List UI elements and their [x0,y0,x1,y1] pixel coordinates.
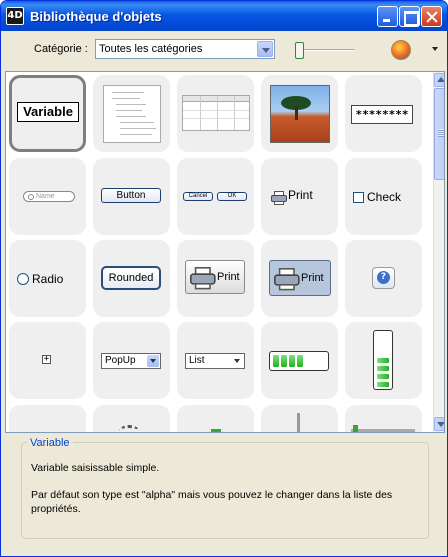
password-field-preview: ******** [351,105,413,124]
scroll-up-icon[interactable] [434,73,444,87]
check-label: Check [367,190,402,204]
print-button-preview: Print [185,260,245,294]
object-cell-vertical-progress[interactable] [345,322,422,399]
object-cell-variable[interactable]: Variable [9,75,86,152]
variable-field-preview: Variable [17,102,79,122]
object-cell-print[interactable]: Print [261,158,338,235]
object-cell-row5-1[interactable] [9,405,86,433]
object-cell-row5-2[interactable] [93,405,170,432]
object-cell-button[interactable]: Button [93,158,170,235]
object-cell-row5-5[interactable] [345,405,422,432]
progress-bar-preview [269,351,329,371]
object-cell-radio[interactable]: Radio [9,240,86,317]
print-button-pressed-preview: Print [269,260,331,296]
search-field-preview: Name [23,191,75,202]
printer-icon [271,191,287,205]
scroll-down-icon[interactable] [434,417,444,431]
slider-thumb-preview [353,425,358,432]
help-icon: ? [377,271,390,284]
rounded-button-preview: Rounded [101,266,161,290]
close-button[interactable] [421,6,442,27]
theme-dropdown-arrow-icon[interactable] [432,47,438,54]
help-button-preview: ? [372,267,395,289]
description-line-1: Variable saisissable simple. [31,462,160,474]
description-title: Variable [27,437,73,449]
object-cell-ok-cancel[interactable]: Cancel OK [177,158,254,235]
list-label: List [189,355,205,366]
object-grid: Variable ******** Name Button Cancel OK … [5,71,445,433]
radio-label: Radio [32,272,64,286]
windows-logo-icon[interactable] [391,40,411,60]
object-cell-picture[interactable] [261,75,338,152]
object-cell-checkbox[interactable]: Check [345,158,422,235]
print-pressed-label: Print [301,272,324,284]
radio-preview [17,273,29,285]
scroll-thumb[interactable] [434,88,444,180]
app-icon: 4D [6,7,24,25]
maximize-button[interactable] [399,6,420,27]
object-cell-list-box[interactable] [177,75,254,152]
horizontal-slider-preview [351,429,415,432]
object-cell-dropdown-list[interactable]: List [177,322,254,399]
zoom-slider-track[interactable] [299,49,355,51]
object-cell-popup[interactable]: PopUp [93,322,170,399]
vertical-scrollbar[interactable] [433,72,444,432]
printer-icon [190,267,216,290]
dropdown-list-preview: List [185,353,245,369]
object-cell-print-button-pressed[interactable]: Print [261,240,338,317]
plus-icon: + [42,354,51,364]
object-cell-row5-4[interactable] [261,405,338,432]
title-bar[interactable]: 4D Bibliothèque d'objets [1,1,447,31]
category-dropdown[interactable]: Toutes les catégories [95,39,275,59]
ok-button-preview: OK [217,192,247,201]
list-box-preview [182,95,250,131]
object-cell-expand-button[interactable]: + [9,322,86,399]
hierarchical-list-preview [103,85,161,143]
button-preview: Button [101,188,161,203]
object-cell-row5-3[interactable] [177,405,254,432]
checkbox-preview [353,192,364,203]
gauge-preview [211,429,221,432]
category-value: Toutes les catégories [99,43,203,55]
object-cell-progress-bar[interactable] [261,322,338,399]
zoom-slider-thumb[interactable] [295,42,304,59]
object-cell-print-button[interactable]: Print [177,240,254,317]
vertical-slider-preview [297,413,300,432]
picture-preview [270,85,330,143]
cancel-button-preview: Cancel [183,192,213,201]
popup-label: PopUp [105,355,136,366]
print-button-label: Print [217,271,240,283]
popup-menu-preview: PopUp [101,353,161,369]
object-library-window: 4D Bibliothèque d'objets Catégorie : Tou… [0,0,448,557]
object-cell-password[interactable]: ******** [345,75,422,152]
chevron-down-icon [231,355,243,367]
object-cell-rounded-button[interactable]: Rounded [93,240,170,317]
printer-icon [274,268,300,291]
minimize-button[interactable] [377,6,398,27]
object-cell-hierarchical-list[interactable] [93,75,170,152]
chevron-down-icon[interactable] [257,41,273,57]
ruler-preview [17,432,75,433]
category-label: Catégorie : [34,43,88,55]
chevron-down-icon [147,355,159,367]
object-cell-help-button[interactable]: ? [345,240,422,317]
vertical-progress-preview [373,330,393,390]
spinner-icon [119,425,139,432]
window-title: Bibliothèque d'objets [30,9,162,24]
description-line-2: Par défaut son type est "alpha" mais vou… [31,489,393,515]
print-label: Print [288,188,313,202]
object-cell-search-field[interactable]: Name [9,158,86,235]
